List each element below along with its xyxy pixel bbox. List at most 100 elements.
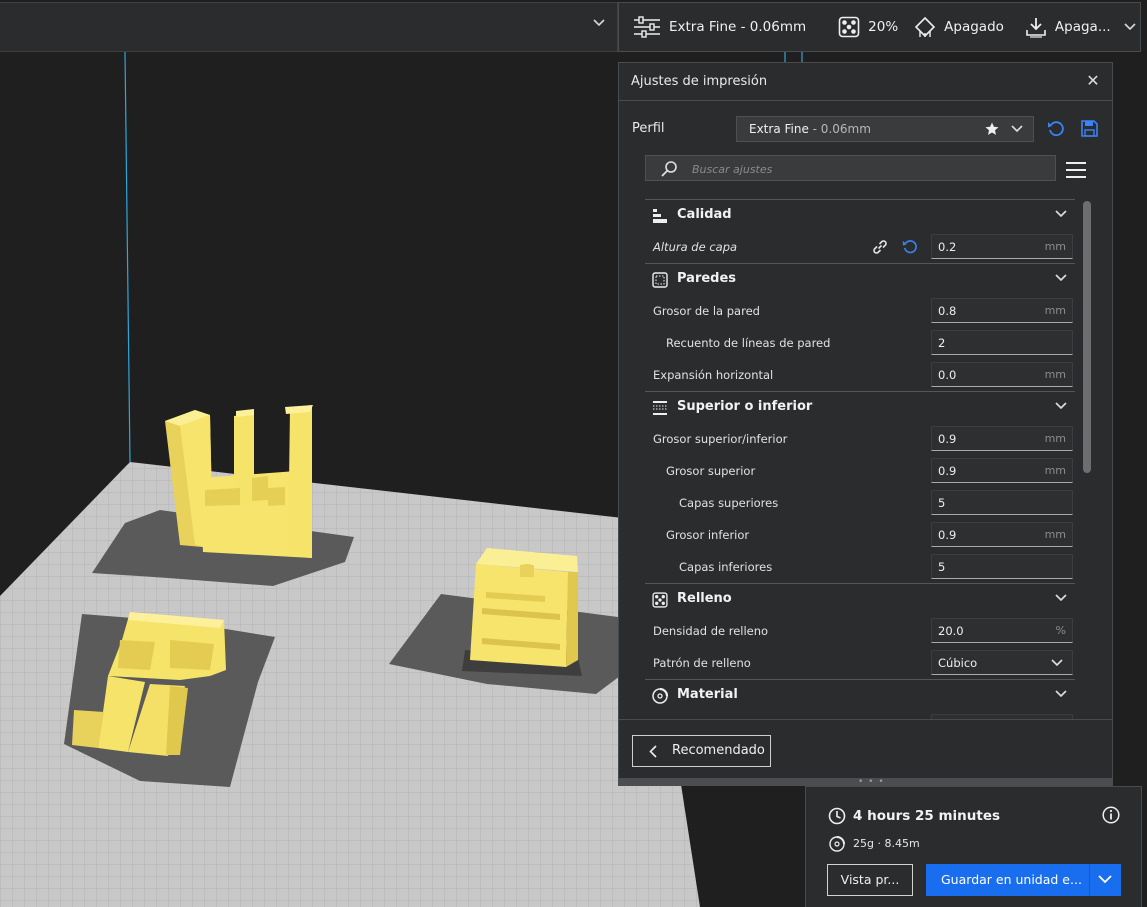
save-icon[interactable]	[1081, 120, 1098, 137]
recommended-button[interactable]: Recomendado	[632, 735, 771, 767]
top-thickness-field[interactable]: 0.9 mm	[931, 458, 1073, 483]
category-top-bottom[interactable]: Superior o inferior	[645, 391, 1075, 423]
walls-icon	[652, 272, 668, 288]
setting-row-layer-height: Altura de capa 0.2 mm	[645, 231, 1075, 263]
info-icon[interactable]	[1102, 806, 1120, 824]
setting-label: Grosor superior	[666, 464, 756, 478]
layer-height-field[interactable]: 0.2 mm	[931, 234, 1073, 259]
model-hand[interactable]	[165, 405, 313, 558]
field-unit: mm	[1044, 304, 1066, 317]
chevron-down-icon	[1055, 210, 1067, 218]
setting-label: Patrón de relleno	[653, 656, 751, 670]
setting-label: Capas superiores	[679, 496, 779, 510]
model-box[interactable]	[470, 548, 578, 667]
category-infill[interactable]: Relleno	[645, 583, 1075, 615]
setting-label: Recuento de líneas de pared	[666, 336, 831, 350]
close-icon[interactable]: ✕	[1084, 72, 1102, 90]
field-unit: mm	[1044, 240, 1066, 253]
wall-line-count-field[interactable]: 2	[931, 330, 1073, 355]
category-material[interactable]: Material	[645, 679, 1075, 711]
setting-row-top-bottom-thickness: Grosor superior/inferior 0.9 mm	[645, 423, 1075, 455]
setting-label: Altura de capa	[653, 240, 738, 254]
panel-resize-handle[interactable]: • • •	[618, 778, 1113, 787]
setting-row-top-thickness: Grosor superior 0.9 mm	[645, 455, 1075, 487]
adhesion-summary[interactable]: Apaga...	[1025, 3, 1111, 51]
profile-summary[interactable]: Extra Fine - 0.06mm	[633, 3, 806, 51]
print-settings-summary-bar[interactable]: Extra Fine - 0.06mm 20% Apagado Apaga...	[618, 2, 1141, 52]
setting-label: Densidad de relleno	[653, 624, 769, 638]
chevron-down-icon	[1011, 125, 1023, 133]
wall-thickness-field[interactable]: 0.8 mm	[931, 298, 1073, 323]
setting-label: Expansión horizontal	[653, 368, 774, 382]
setting-label: Grosor inferior	[666, 528, 750, 542]
search-input[interactable]	[690, 158, 1034, 180]
menu-icon[interactable]	[1065, 161, 1087, 179]
material-usage: 25g · 8.45m	[853, 837, 920, 850]
category-label: Paredes	[677, 271, 737, 286]
reset-icon[interactable]	[1047, 120, 1065, 138]
field-value: 5	[938, 496, 946, 510]
field-unit: %	[1055, 624, 1066, 637]
field-value: 0.9	[938, 528, 957, 542]
infill-summary-label: 20%	[868, 19, 899, 35]
star-icon[interactable]	[985, 122, 999, 136]
reset-icon[interactable]	[902, 239, 918, 255]
setting-row-horizontal-expansion: Expansión horizontal 0.0 mm	[645, 359, 1075, 391]
horizontal-expansion-field[interactable]: 0.0 mm	[931, 362, 1073, 387]
setting-row-partial	[645, 711, 1075, 719]
top-bottom-thickness-field[interactable]: 0.9 mm	[931, 426, 1073, 451]
settings-list[interactable]: Calidad Altura de capa 0.2 mm Paredes Gr…	[645, 199, 1075, 719]
profile-select[interactable]: Extra Fine - 0.06mm	[736, 116, 1034, 142]
sliders-icon	[634, 16, 660, 38]
scrollbar-thumb[interactable]	[1083, 201, 1091, 473]
profile-name: Extra Fine	[749, 122, 809, 136]
job-specs-panel: 4 hours 25 minutes 25g · 8.45m Vista pr.…	[805, 786, 1142, 907]
infill-icon	[838, 16, 860, 38]
field-value: 0.2	[938, 240, 957, 254]
setting-row-bottom-layers: Capas inferiores 5	[645, 551, 1075, 583]
setting-label: Grosor de la pared	[653, 304, 760, 318]
infill-pattern-select[interactable]: Cúbico	[931, 650, 1073, 675]
save-to-drive-button[interactable]: Guardar en unidad e...	[926, 864, 1121, 896]
settings-search-box[interactable]	[645, 155, 1056, 181]
infill-density-field[interactable]: 20.0 %	[931, 618, 1073, 643]
panel-title: Ajustes de impresión	[631, 74, 768, 89]
setting-row-wall-line-count: Recuento de líneas de pared 2	[645, 327, 1075, 359]
field-value: Cúbico	[938, 656, 978, 670]
adhesion-summary-label: Apaga...	[1054, 19, 1111, 35]
category-walls[interactable]: Paredes	[645, 263, 1075, 295]
profile-layer-height: - 0.06mm	[808, 122, 871, 136]
support-icon	[915, 16, 936, 38]
link-icon[interactable]	[871, 238, 889, 256]
preview-button[interactable]: Vista pr...	[827, 864, 913, 896]
chevron-down-icon	[1055, 594, 1067, 602]
bottom-layers-field[interactable]: 5	[931, 554, 1073, 579]
setting-row-bottom-thickness: Grosor inferior 0.9 mm	[645, 519, 1075, 551]
category-label: Calidad	[677, 207, 732, 222]
profile-summary-label: Extra Fine - 0.06mm	[669, 19, 807, 35]
field-value: 2	[938, 336, 946, 350]
support-summary[interactable]: Apagado	[914, 3, 1004, 51]
infill-summary[interactable]: 20%	[838, 3, 898, 51]
panel-header: Ajustes de impresión ✕	[619, 63, 1112, 101]
field-unit: mm	[1044, 368, 1066, 381]
field-value: 0.0	[938, 368, 957, 382]
top-layers-field[interactable]: 5	[931, 490, 1073, 515]
chevron-down-icon	[1055, 274, 1067, 282]
chevron-down-icon[interactable]	[1124, 23, 1136, 31]
field-value: 0.8	[938, 304, 957, 318]
print-time: 4 hours 25 minutes	[853, 808, 1001, 824]
setting-row-wall-thickness: Grosor de la pared 0.8 mm	[645, 295, 1075, 327]
bottom-thickness-field[interactable]: 0.9 mm	[931, 522, 1073, 547]
field-value: 0.9	[938, 432, 957, 446]
category-quality[interactable]: Calidad	[645, 199, 1075, 231]
recommended-label: Recomendado	[672, 743, 765, 758]
adhesion-icon	[1026, 18, 1046, 38]
chevron-down-icon[interactable]	[1098, 875, 1112, 884]
setting-label: Capas inferiores	[679, 560, 773, 574]
chevron-down-icon	[1051, 659, 1063, 667]
field-value: 0.9	[938, 464, 957, 478]
chevron-down-icon	[1055, 690, 1067, 698]
field-value: 5	[938, 560, 946, 574]
printer-selector-bar[interactable]	[0, 2, 618, 52]
